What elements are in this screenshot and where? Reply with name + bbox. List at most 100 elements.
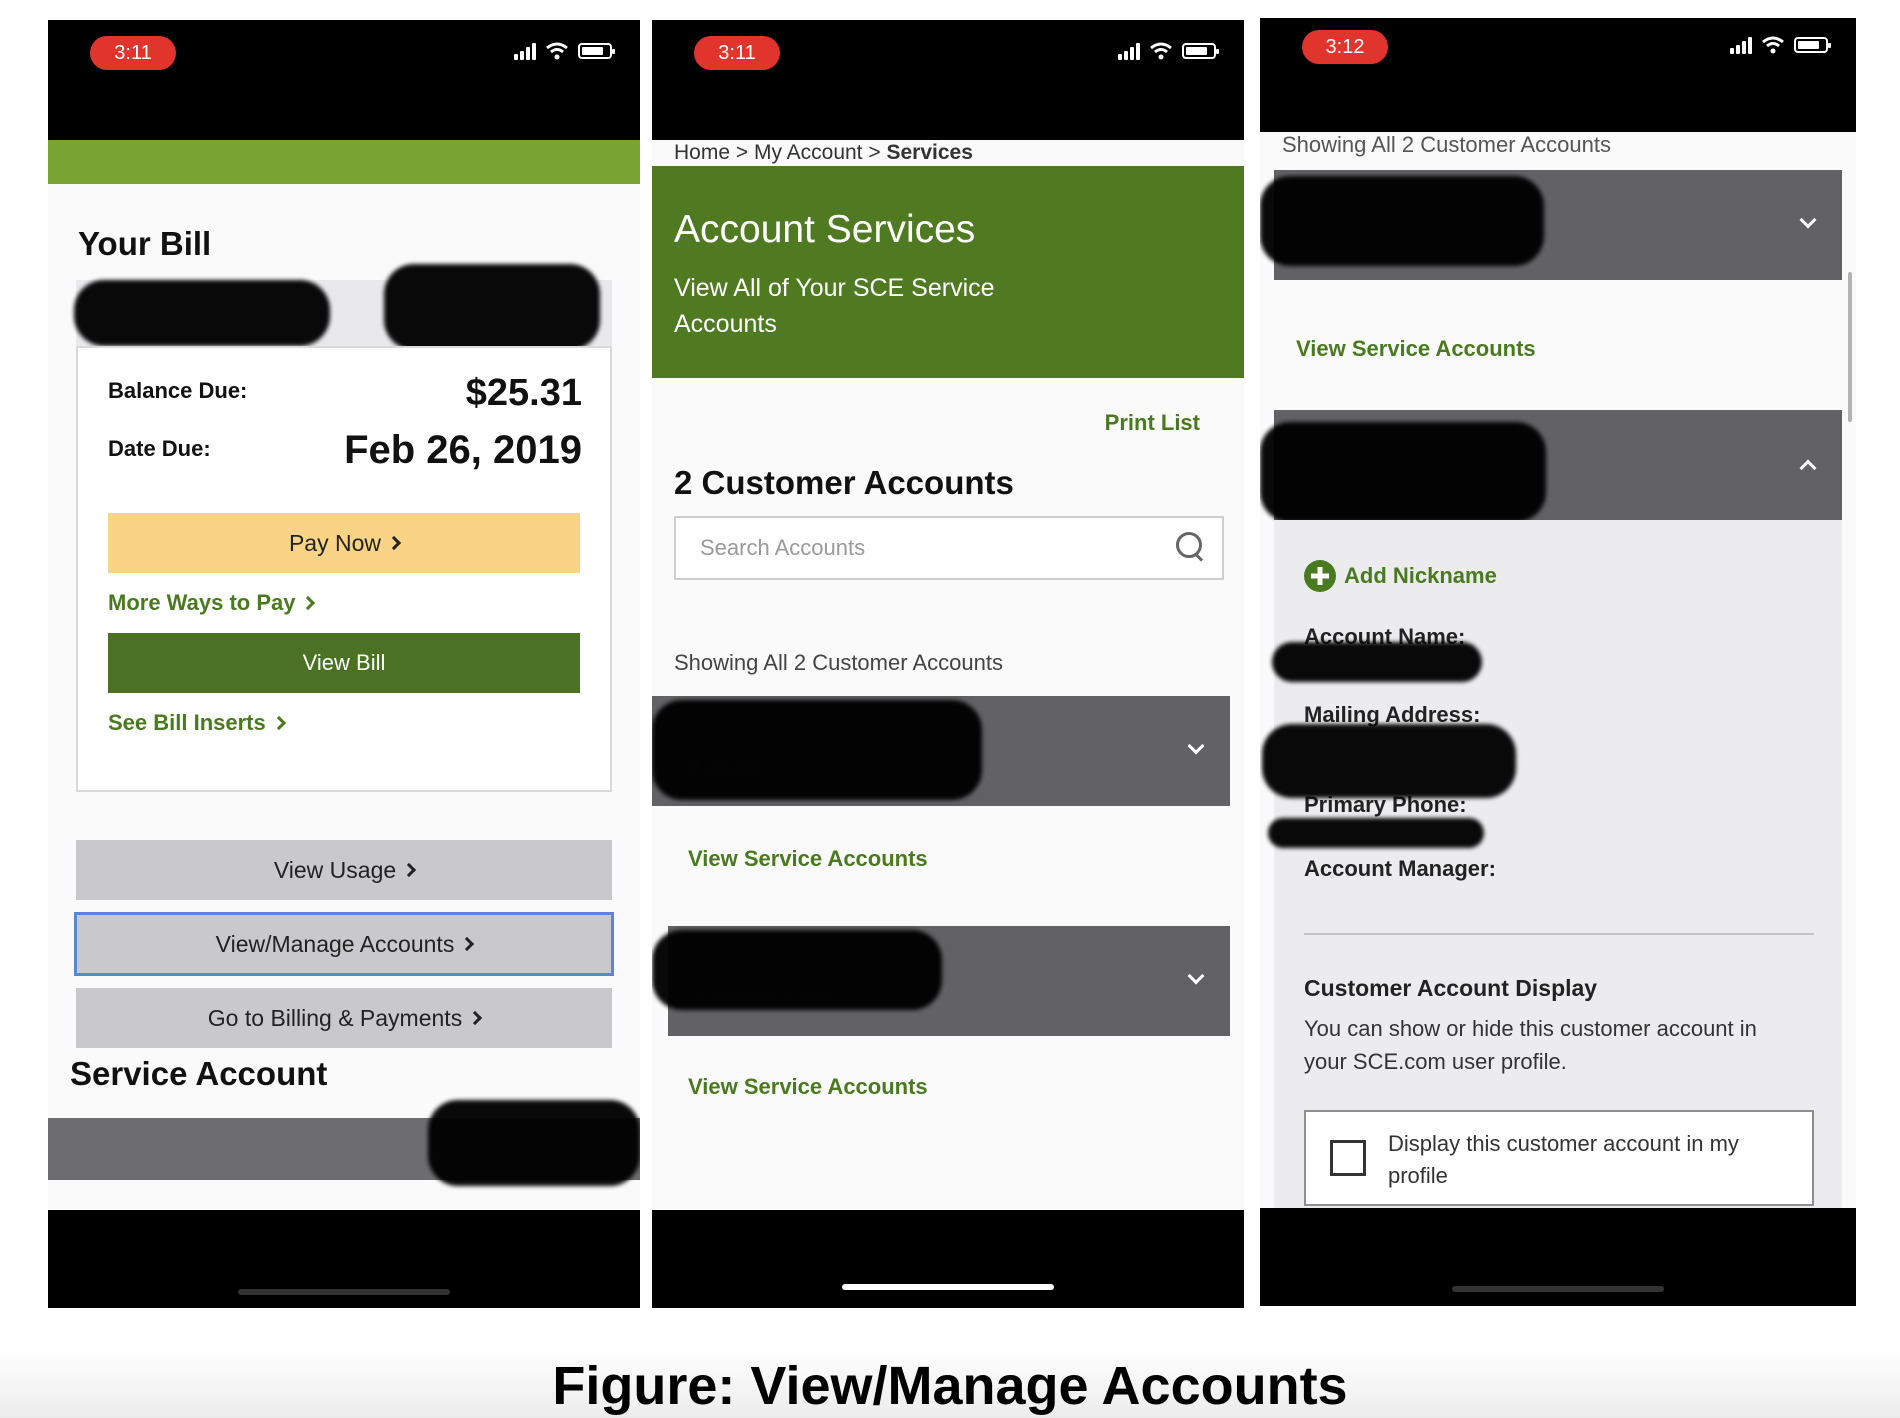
date-due-label: Date Due: bbox=[108, 436, 211, 461]
breadcrumb-separator: > bbox=[730, 141, 754, 164]
header-bar bbox=[48, 140, 640, 184]
view-service-accounts-link[interactable]: View Service Accounts bbox=[688, 846, 928, 872]
chevron-right-icon bbox=[460, 936, 475, 952]
home-indicator bbox=[842, 1284, 1054, 1290]
plus-circle-icon bbox=[1304, 560, 1336, 592]
battery-icon bbox=[578, 43, 615, 59]
see-bill-inserts-link[interactable]: See Bill Inserts bbox=[108, 710, 286, 736]
divider bbox=[1304, 933, 1814, 935]
breadcrumb-my-account[interactable]: My Account bbox=[754, 141, 863, 164]
view-bill-label: View Bill bbox=[302, 650, 386, 675]
search-accounts-field[interactable] bbox=[674, 516, 1224, 580]
battery-icon bbox=[1182, 43, 1219, 59]
add-nickname-label: Add Nickname bbox=[1344, 563, 1497, 588]
bill-card: Balance Due: $25.31 Date Due: Feb 26, 20… bbox=[76, 346, 612, 792]
account-manager-label: Account Manager: bbox=[1304, 856, 1496, 881]
status-bar: 3:12 bbox=[1260, 18, 1856, 98]
account-services-banner: Account Services View All of Your SCE Se… bbox=[652, 166, 1244, 378]
print-list-link[interactable]: Print List bbox=[1105, 410, 1200, 436]
redaction-mark bbox=[1268, 818, 1484, 848]
view-usage-label: View Usage bbox=[273, 856, 397, 883]
more-ways-label: More Ways to Pay bbox=[108, 590, 296, 615]
account-detail-panel: Add Nickname Account Name: Mailing Addre… bbox=[1274, 520, 1842, 1208]
customer-accounts-heading: 2 Customer Accounts bbox=[674, 464, 1014, 501]
chevron-down-icon[interactable] bbox=[1799, 211, 1817, 229]
chevron-right-icon bbox=[301, 595, 316, 611]
phone-screenshot-your-bill: 3:11 Your Bill Balance Due: $25.31 Date … bbox=[48, 20, 640, 1308]
redaction-mark bbox=[1260, 422, 1546, 522]
breadcrumb-home[interactable]: Home bbox=[674, 141, 730, 164]
customer-account-display-title: Customer Account Display bbox=[1304, 975, 1598, 1001]
view-usage-button[interactable]: View Usage bbox=[76, 840, 612, 900]
phone-screenshot-account-services: 3:11 Home > My Account > Services Accoun… bbox=[652, 20, 1244, 1308]
breadcrumb-separator: > bbox=[862, 141, 887, 164]
account-details-screen: Showing All 2 Customer Accounts View Ser… bbox=[1260, 132, 1856, 1208]
chevron-right-icon bbox=[386, 535, 402, 551]
billing-payments-button[interactable]: Go to Billing & Payments bbox=[76, 988, 612, 1048]
balance-label: Balance Due: bbox=[108, 378, 248, 403]
more-ways-to-pay-link[interactable]: More Ways to Pay bbox=[108, 590, 316, 616]
redaction-mark bbox=[652, 930, 942, 1010]
breadcrumb: Home > My Account > Services bbox=[674, 140, 973, 166]
system-icons bbox=[514, 42, 615, 60]
redaction-mark bbox=[1262, 724, 1516, 798]
scrollbar[interactable] bbox=[1848, 272, 1852, 422]
showing-count: Showing All 2 Customer Accounts bbox=[1282, 132, 1611, 157]
battery-icon bbox=[1794, 37, 1831, 53]
status-time: 3:12 bbox=[1302, 30, 1388, 64]
status-bar: 3:11 bbox=[652, 20, 1244, 100]
redaction-mark bbox=[1260, 176, 1544, 266]
redaction-mark bbox=[74, 280, 330, 346]
breadcrumb-current: Services bbox=[886, 141, 973, 164]
display-account-checkbox[interactable] bbox=[1330, 1140, 1366, 1176]
view-manage-label: View/Manage Accounts bbox=[215, 930, 455, 957]
chevron-right-icon bbox=[468, 1010, 483, 1026]
redaction-mark bbox=[428, 1100, 640, 1186]
display-account-option[interactable]: Display this customer account in my prof… bbox=[1304, 1110, 1814, 1206]
chevron-right-icon bbox=[271, 715, 286, 731]
system-icons bbox=[1118, 42, 1219, 60]
bill-screen: Your Bill Balance Due: $25.31 Date Due: … bbox=[48, 140, 640, 1210]
search-icon[interactable] bbox=[1176, 532, 1206, 562]
chevron-right-icon bbox=[402, 862, 417, 878]
balance-value: $25.31 bbox=[465, 372, 582, 414]
pay-now-button[interactable]: Pay Now bbox=[108, 513, 580, 573]
pay-now-label: Pay Now bbox=[288, 529, 382, 556]
search-input[interactable] bbox=[676, 518, 1146, 578]
redaction-mark bbox=[384, 264, 600, 350]
display-account-checkbox-label: Display this customer account in my prof… bbox=[1388, 1131, 1739, 1188]
billing-payments-label: Go to Billing & Payments bbox=[207, 1004, 463, 1031]
chevron-down-icon[interactable] bbox=[1187, 967, 1205, 985]
view-bill-button[interactable]: View Bill bbox=[108, 633, 580, 693]
wifi-icon bbox=[546, 42, 568, 60]
system-icons bbox=[1730, 36, 1831, 54]
signal-icon bbox=[514, 42, 536, 60]
banner-title: Account Services bbox=[674, 208, 976, 251]
phone-screenshot-account-details: 3:12 Showing All 2 Customer Accounts Vie… bbox=[1260, 18, 1856, 1306]
wifi-icon bbox=[1762, 36, 1784, 54]
page-title: Your Bill bbox=[78, 225, 212, 262]
showing-count: Showing All 2 Customer Accounts bbox=[674, 650, 1003, 675]
add-nickname-link[interactable]: Add Nickname bbox=[1304, 560, 1497, 592]
figure-caption: Figure: View/Manage Accounts bbox=[552, 1356, 1348, 1416]
view-service-accounts-link[interactable]: View Service Accounts bbox=[688, 1074, 928, 1100]
see-inserts-label: See Bill Inserts bbox=[108, 710, 266, 735]
redaction-mark bbox=[1272, 642, 1482, 682]
account-services-screen: Home > My Account > Services Account Ser… bbox=[652, 140, 1244, 1210]
banner-subtitle: View All of Your SCE Service Accounts bbox=[674, 274, 995, 338]
wifi-icon bbox=[1150, 42, 1172, 60]
status-time: 3:11 bbox=[694, 36, 780, 70]
redaction-mark bbox=[652, 700, 982, 800]
status-bar: 3:11 bbox=[48, 20, 640, 100]
chevron-down-icon[interactable] bbox=[1187, 737, 1205, 755]
customer-account-display-desc: You can show or hide this customer accou… bbox=[1304, 1016, 1757, 1074]
service-account-heading: Service Account bbox=[70, 1055, 328, 1092]
status-time: 3:11 bbox=[90, 36, 176, 70]
date-due-value: Feb 26, 2019 bbox=[344, 428, 582, 472]
home-indicator bbox=[238, 1289, 450, 1295]
view-manage-accounts-button[interactable]: View/Manage Accounts bbox=[74, 912, 614, 976]
view-service-accounts-link[interactable]: View Service Accounts bbox=[1296, 336, 1536, 362]
signal-icon bbox=[1118, 42, 1140, 60]
home-indicator bbox=[1452, 1286, 1664, 1292]
chevron-up-icon[interactable] bbox=[1799, 459, 1817, 477]
